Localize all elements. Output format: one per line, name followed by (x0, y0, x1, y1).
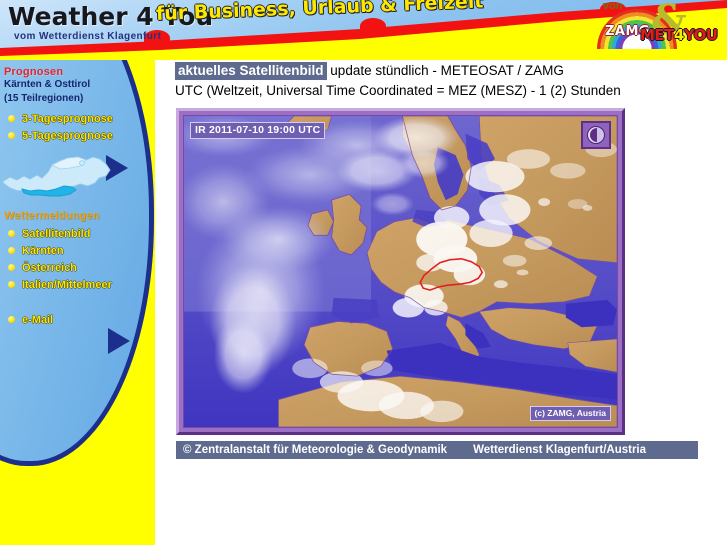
update-note: update stündlich - METEOSAT / ZAMG (326, 63, 564, 78)
copyright-left: © Zentralanstalt für Meteorologie & Geod… (183, 444, 448, 456)
met4you-four: 4 (673, 26, 684, 44)
met4you-met: MET (640, 26, 674, 44)
bullet-icon (8, 247, 15, 254)
sidebar-item-label: Kärnten (22, 244, 64, 257)
sidebar-item-label: Österreich (22, 261, 78, 274)
site-header: Weather 4 You vom Wetterdienst Klagenfur… (0, 0, 727, 60)
sidebar-item-italien-mittelmeer[interactable]: Italien/Mittelmeer (0, 276, 150, 293)
zamg-met4you-logo[interactable]: von ZAMG & MET4YOU (593, 0, 723, 56)
bullet-icon (8, 316, 15, 323)
brand-subtitle: vom Wetterdienst Klagenfurt (14, 31, 162, 42)
moon-phase-icon[interactable] (581, 121, 611, 149)
austria-map-svg (1, 156, 111, 197)
page-title-highlight: aktuelles Satellitenbild (175, 62, 327, 80)
sidebar-item-email[interactable]: e-Mail (0, 311, 150, 328)
satellite-credit: (c) ZAMG, Austria (529, 406, 611, 421)
moon-glyph (587, 126, 605, 144)
sidebar-subtitle-regions-count: (15 Teilregionen) (4, 93, 84, 104)
utc-explanation: UTC (Weltzeit, Universal Time Coordinate… (175, 83, 621, 98)
satellite-ir-image (184, 116, 617, 427)
sidebar-item-3-tagesprognose[interactable]: 3-Tagesprognose (0, 110, 150, 127)
copyright-bar: © Zentralanstalt für Meteorologie & Geod… (176, 441, 698, 459)
logo-von-label: von (603, 0, 623, 12)
sidebar-nav: Prognosen Kärnten & Osttirol (15 Teilreg… (0, 66, 150, 328)
copyright-right: Wetterdienst Klagenfurt/Austria (473, 444, 647, 456)
sidebar-item-label: Italien/Mittelmeer (22, 278, 112, 291)
met4you-wordmark: MET4YOU (640, 26, 718, 44)
sidebar-heading-wettermeldungen: Wettermeldungen (4, 210, 100, 222)
bullet-icon (8, 281, 15, 288)
sidebar-item-label: 3-Tagesprognose (22, 112, 113, 125)
sidebar-notch-lower-icon (108, 328, 130, 354)
bullet-icon (8, 115, 15, 122)
satellite-title-line: aktuelles Satellitenbild update stündlic… (175, 62, 720, 80)
satellite-image-frame[interactable]: IR 2011-07-10 19:00 UTC (c) ZAMG, Austri… (176, 108, 625, 435)
sidebar-item-label: e-Mail (22, 313, 54, 326)
bullet-icon (8, 132, 15, 139)
sidebar-item-kaernten[interactable]: Kärnten (0, 242, 150, 259)
bullet-icon (8, 264, 15, 271)
met4you-you: YOU (683, 26, 718, 44)
sidebar-subtitle-region: Kärnten & Osttirol (4, 79, 91, 90)
satellite-timestamp: IR 2011-07-10 19:00 UTC (190, 122, 326, 139)
main-content-header: aktuelles Satellitenbild update stündlic… (175, 62, 720, 100)
header-bump-icon-2 (360, 18, 386, 34)
satellite-image-inner: IR 2011-07-10 19:00 UTC (c) ZAMG, Austri… (183, 115, 618, 428)
austria-map-image[interactable] (0, 150, 118, 202)
sidebar-item-label: Satellitenbild (22, 227, 91, 240)
sidebar-item-5-tagesprognose[interactable]: 5-Tagesprognose (0, 127, 150, 144)
page-root: Weather 4 You vom Wetterdienst Klagenfur… (0, 0, 727, 545)
sidebar-heading-prognosen: Prognosen (4, 66, 64, 78)
sidebar-item-satellitenbild[interactable]: Satellitenbild (0, 225, 150, 242)
bullet-icon (8, 230, 15, 237)
sidebar-item-oesterreich[interactable]: Österreich (0, 259, 150, 276)
sidebar-item-label: 5-Tagesprognose (22, 129, 113, 142)
